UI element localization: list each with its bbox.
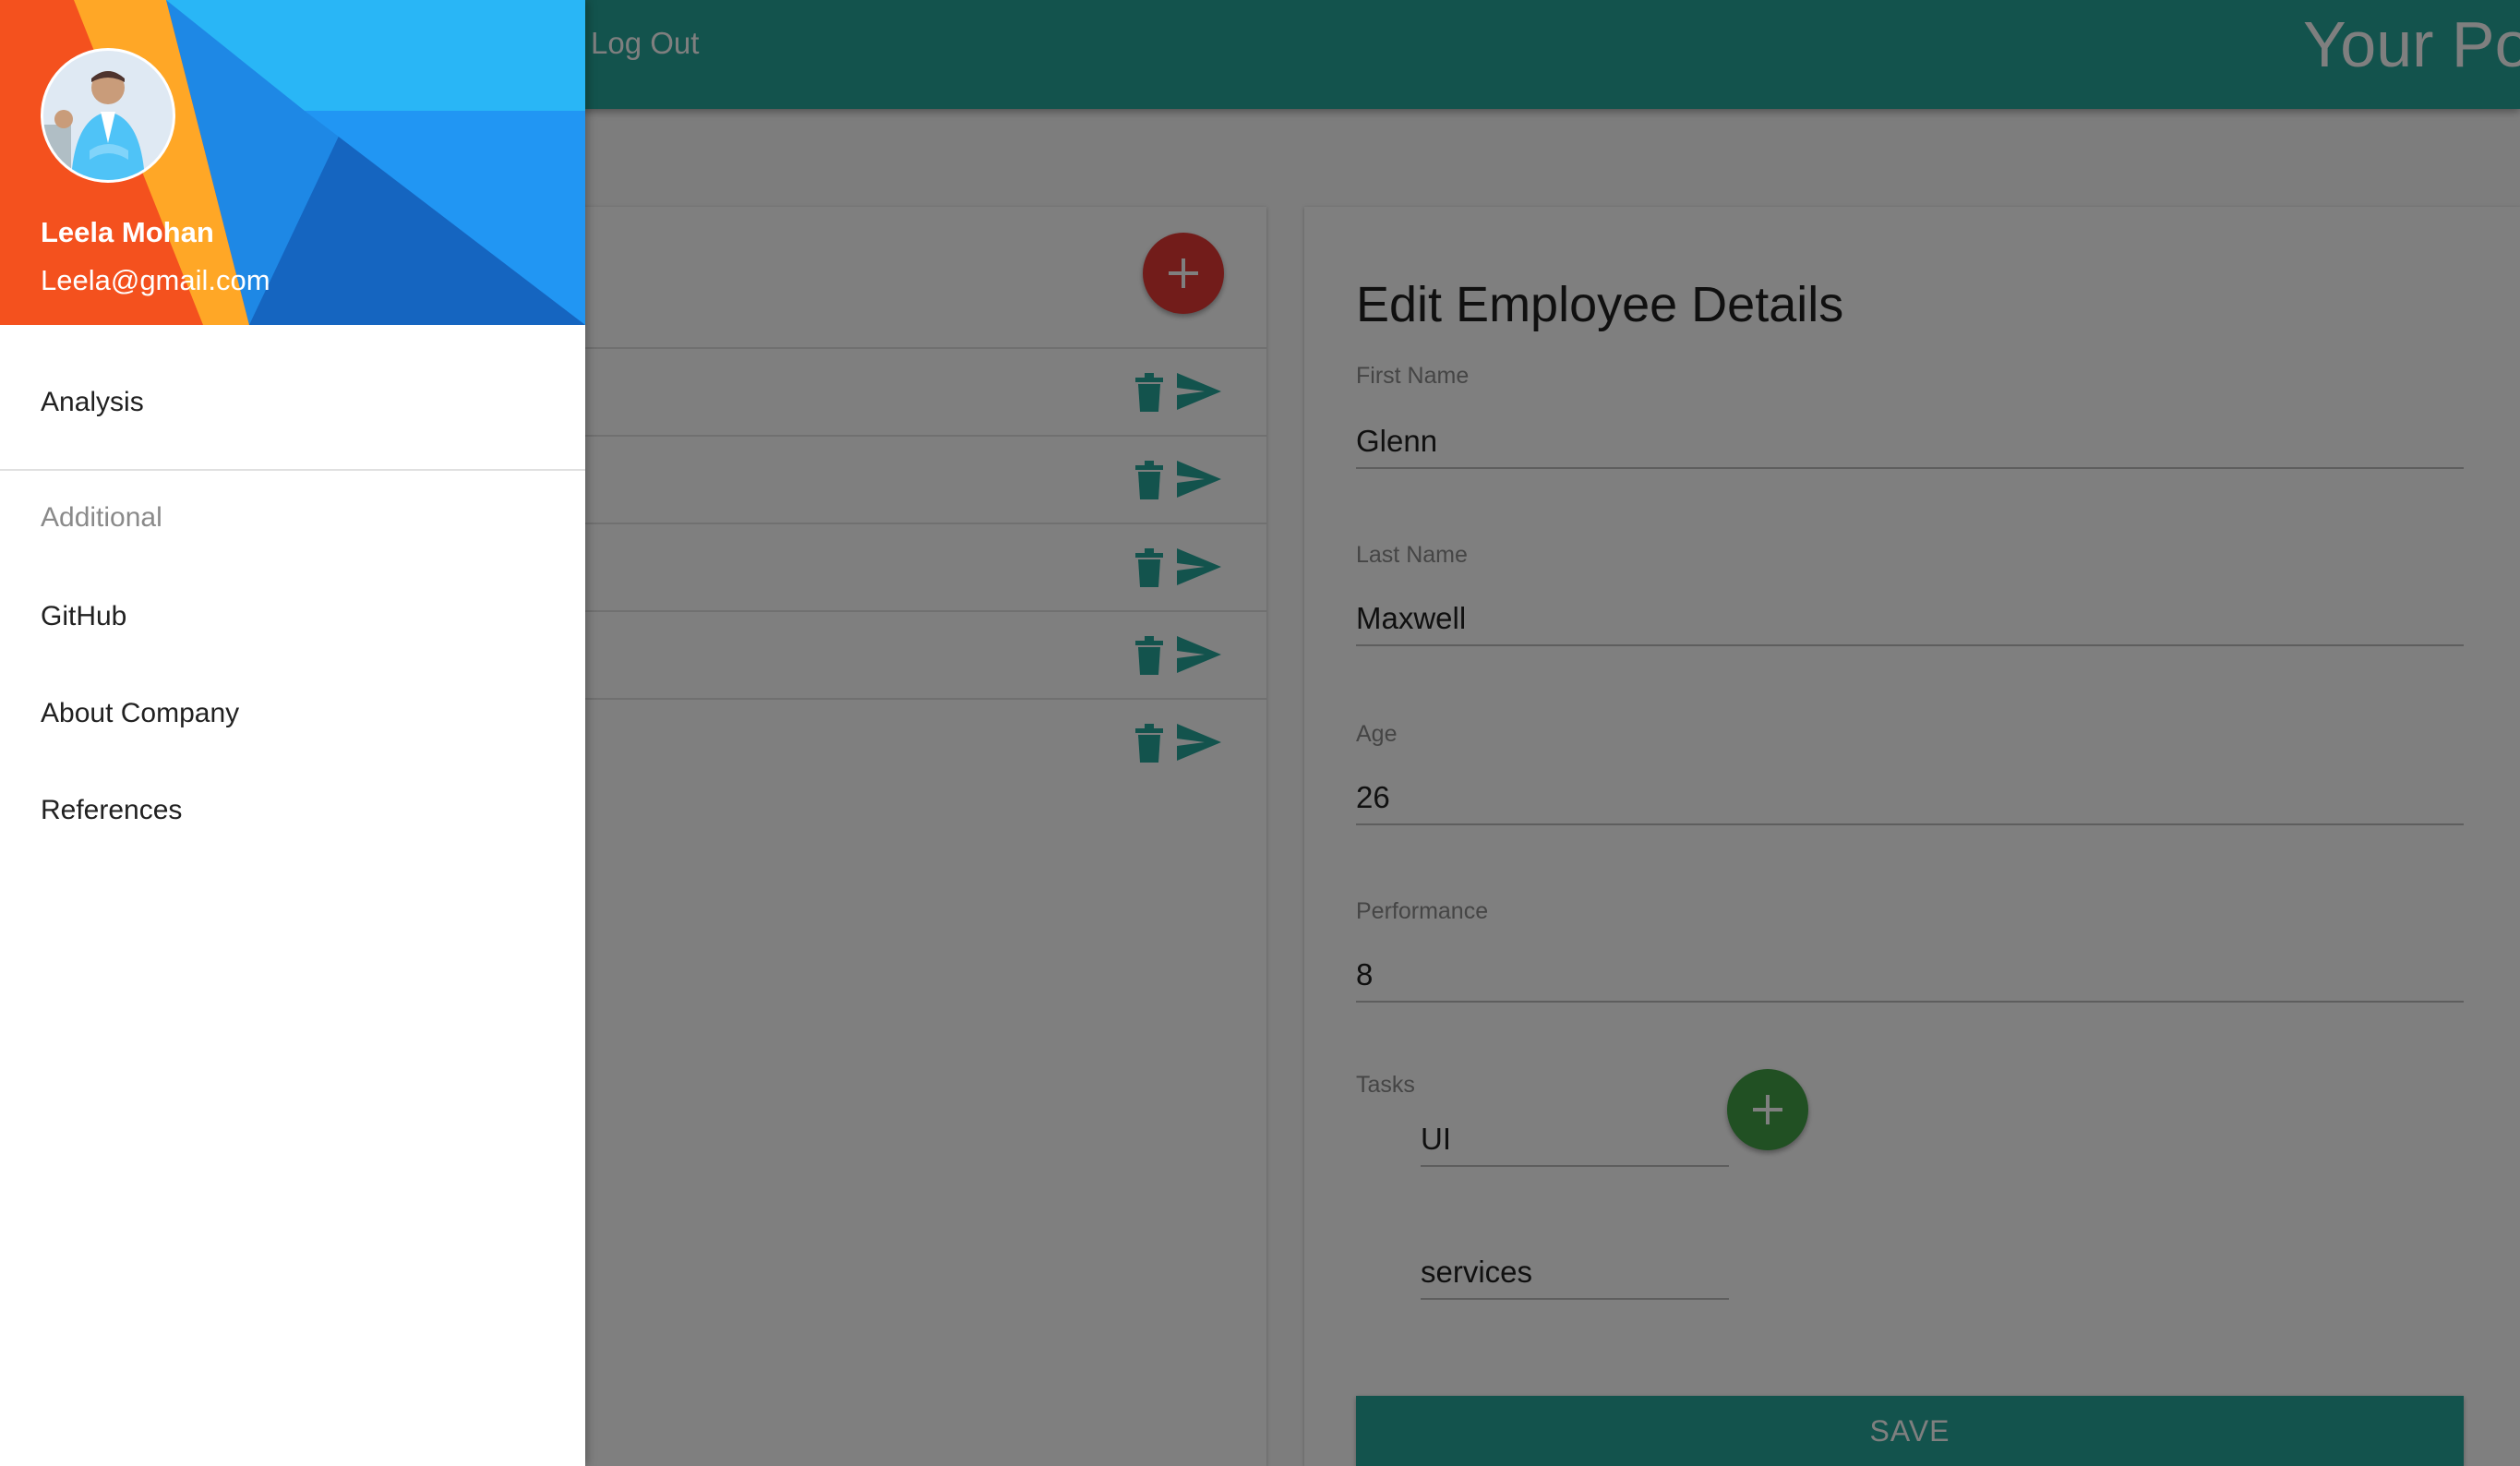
nav-item-about-company[interactable]: About Company [41,695,239,732]
nav-item-analysis[interactable]: Analysis [41,384,144,421]
user-name: Leela Mohan [41,216,214,248]
drawer-header: Leela Mohan Leela@gmail.com [0,0,585,325]
nav-item-github[interactable]: GitHub [41,598,126,635]
nav-item-references[interactable]: References [41,792,182,829]
navigation-drawer: Leela Mohan Leela@gmail.com Analysis Add… [0,0,585,1466]
drawer-subheader: Additional [41,502,162,533]
drawer-divider [0,469,585,471]
avatar[interactable] [41,48,175,183]
user-email: Leela@gmail.com [41,264,270,296]
